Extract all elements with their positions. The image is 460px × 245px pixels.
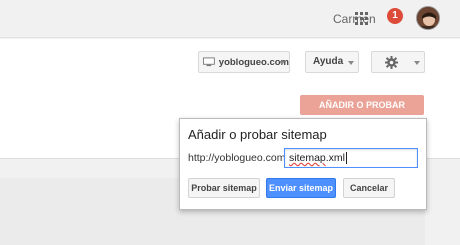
sitemap-input-ext: .xml	[325, 152, 346, 164]
chevron-down-icon	[348, 61, 354, 65]
top-bar: Carmen 1	[0, 0, 460, 38]
cancel-button[interactable]: Cancelar	[343, 178, 395, 198]
add-sitemap-dialog: Añadir o probar sitemap http://yoblogueo…	[179, 118, 427, 210]
notification-badge[interactable]: 1	[387, 8, 403, 24]
gear-icon	[385, 56, 398, 69]
toolbar: yoblogueo.com Ayuda	[0, 39, 460, 89]
text-cursor	[346, 152, 348, 164]
chevron-down-icon	[279, 61, 285, 65]
settings-button[interactable]	[371, 51, 425, 73]
test-sitemap-button[interactable]: Probar sitemap	[188, 178, 260, 198]
help-button[interactable]: Ayuda	[305, 51, 359, 73]
sitemap-url-input[interactable]: sitemap .xml	[284, 148, 418, 168]
monitor-icon	[203, 57, 215, 67]
site-selector[interactable]: yoblogueo.com	[198, 51, 290, 73]
apps-grid-icon[interactable]	[355, 12, 368, 25]
avatar[interactable]	[416, 6, 440, 30]
dialog-title: Añadir o probar sitemap	[188, 127, 327, 142]
add-test-sitemap-button[interactable]: AÑADIR O PROBAR SITEMAP	[300, 95, 424, 130]
chevron-down-icon	[414, 61, 420, 65]
url-prefix: http://yoblogueo.com/	[188, 152, 289, 164]
submit-sitemap-button[interactable]: Enviar sitemap	[266, 178, 336, 198]
help-button-label: Ayuda	[313, 56, 344, 67]
sitemap-input-word: sitemap	[289, 152, 326, 164]
avatar-photo-icon	[417, 7, 439, 29]
